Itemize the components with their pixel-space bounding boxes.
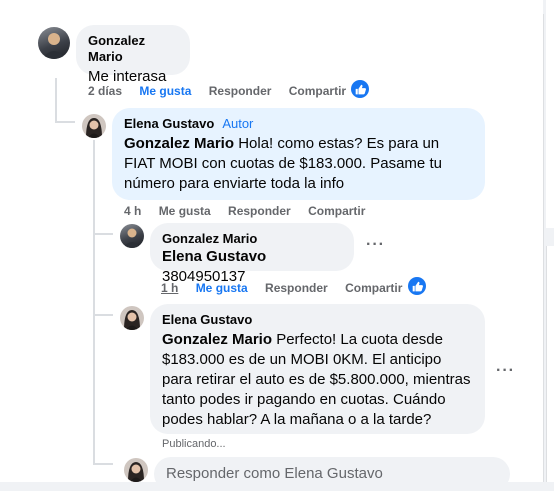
comment-bubble: Elena Gustavo Gonzalez Mario Perfecto! L…	[150, 304, 485, 434]
like-button[interactable]: Me gusta	[196, 281, 248, 295]
thumbs-up-icon[interactable]	[408, 277, 426, 295]
share-button[interactable]: Compartir	[289, 84, 346, 98]
author-badge: Autor	[222, 116, 254, 131]
top-divider	[0, 0, 543, 15]
thread-line	[93, 314, 113, 316]
reply-button[interactable]: Responder	[209, 84, 272, 98]
avatar[interactable]	[82, 114, 106, 138]
right-column-card	[546, 246, 554, 482]
like-button[interactable]: Me gusta	[139, 84, 191, 98]
reply-placeholder: Responder como Elena Gustavo	[166, 465, 383, 482]
reply-button[interactable]: Responder	[265, 281, 328, 295]
comment-bubble: Gonzalez Mario Me interasa	[76, 25, 190, 85]
mention-link[interactable]: Elena Gustavo	[162, 248, 266, 265]
share-button[interactable]: Compartir	[308, 204, 365, 218]
person-icon	[86, 118, 102, 138]
avatar[interactable]	[120, 306, 144, 330]
more-options-icon[interactable]: ···	[496, 362, 515, 380]
comment-author[interactable]: Gonzalez Mario	[162, 231, 342, 247]
comment-bubble: Gonzalez Mario Elena Gustavo 3804950137	[150, 223, 354, 285]
comment-bubble-author: Elena Gustavo Autor Gonzalez Mario Hola! …	[112, 108, 485, 200]
comment-actions: 2 días Me gusta Responder Compartir	[88, 84, 360, 98]
reply-button[interactable]: Responder	[228, 204, 291, 218]
thread-line	[93, 233, 113, 235]
thread-line	[93, 463, 113, 465]
comment-text: Gonzalez Mario Perfecto! La cuota desde …	[162, 331, 471, 428]
comment-time[interactable]: 4 h	[124, 204, 141, 218]
person-icon	[123, 228, 141, 248]
person-icon	[124, 310, 140, 330]
thread-line	[55, 78, 57, 123]
comment-actions: 4 h Me gusta Responder Compartir	[124, 204, 379, 218]
person-icon	[128, 462, 144, 482]
more-options-icon[interactable]: ···	[366, 236, 385, 254]
comment-author[interactable]: Elena Gustavo	[162, 312, 473, 328]
share-button[interactable]: Compartir	[345, 281, 402, 295]
comment-author[interactable]: Gonzalez Mario	[88, 33, 178, 65]
avatar[interactable]	[120, 224, 144, 248]
thread-line	[93, 140, 95, 465]
comment-actions: 1 h Me gusta Responder Compartir	[161, 281, 416, 295]
mention-link[interactable]: Gonzalez Mario	[162, 331, 272, 348]
reply-input[interactable]: Responder como Elena Gustavo	[154, 457, 510, 491]
thumbs-up-icon[interactable]	[351, 80, 369, 98]
mention-link[interactable]: Gonzalez Mario	[124, 135, 234, 152]
person-icon	[42, 33, 66, 59]
like-button[interactable]: Me gusta	[159, 204, 211, 218]
avatar[interactable]	[124, 458, 148, 482]
right-column-edge	[546, 0, 554, 228]
comment-time[interactable]: 2 días	[88, 84, 122, 98]
comment-author[interactable]: Elena Gustavo	[124, 116, 214, 131]
avatar[interactable]	[38, 27, 70, 59]
thread-line	[55, 121, 75, 123]
comment-text: Gonzalez Mario Hola! como estas? Es para…	[124, 135, 442, 192]
publishing-status: Publicando...	[162, 438, 226, 450]
comment-time[interactable]: 1 h	[161, 281, 178, 295]
